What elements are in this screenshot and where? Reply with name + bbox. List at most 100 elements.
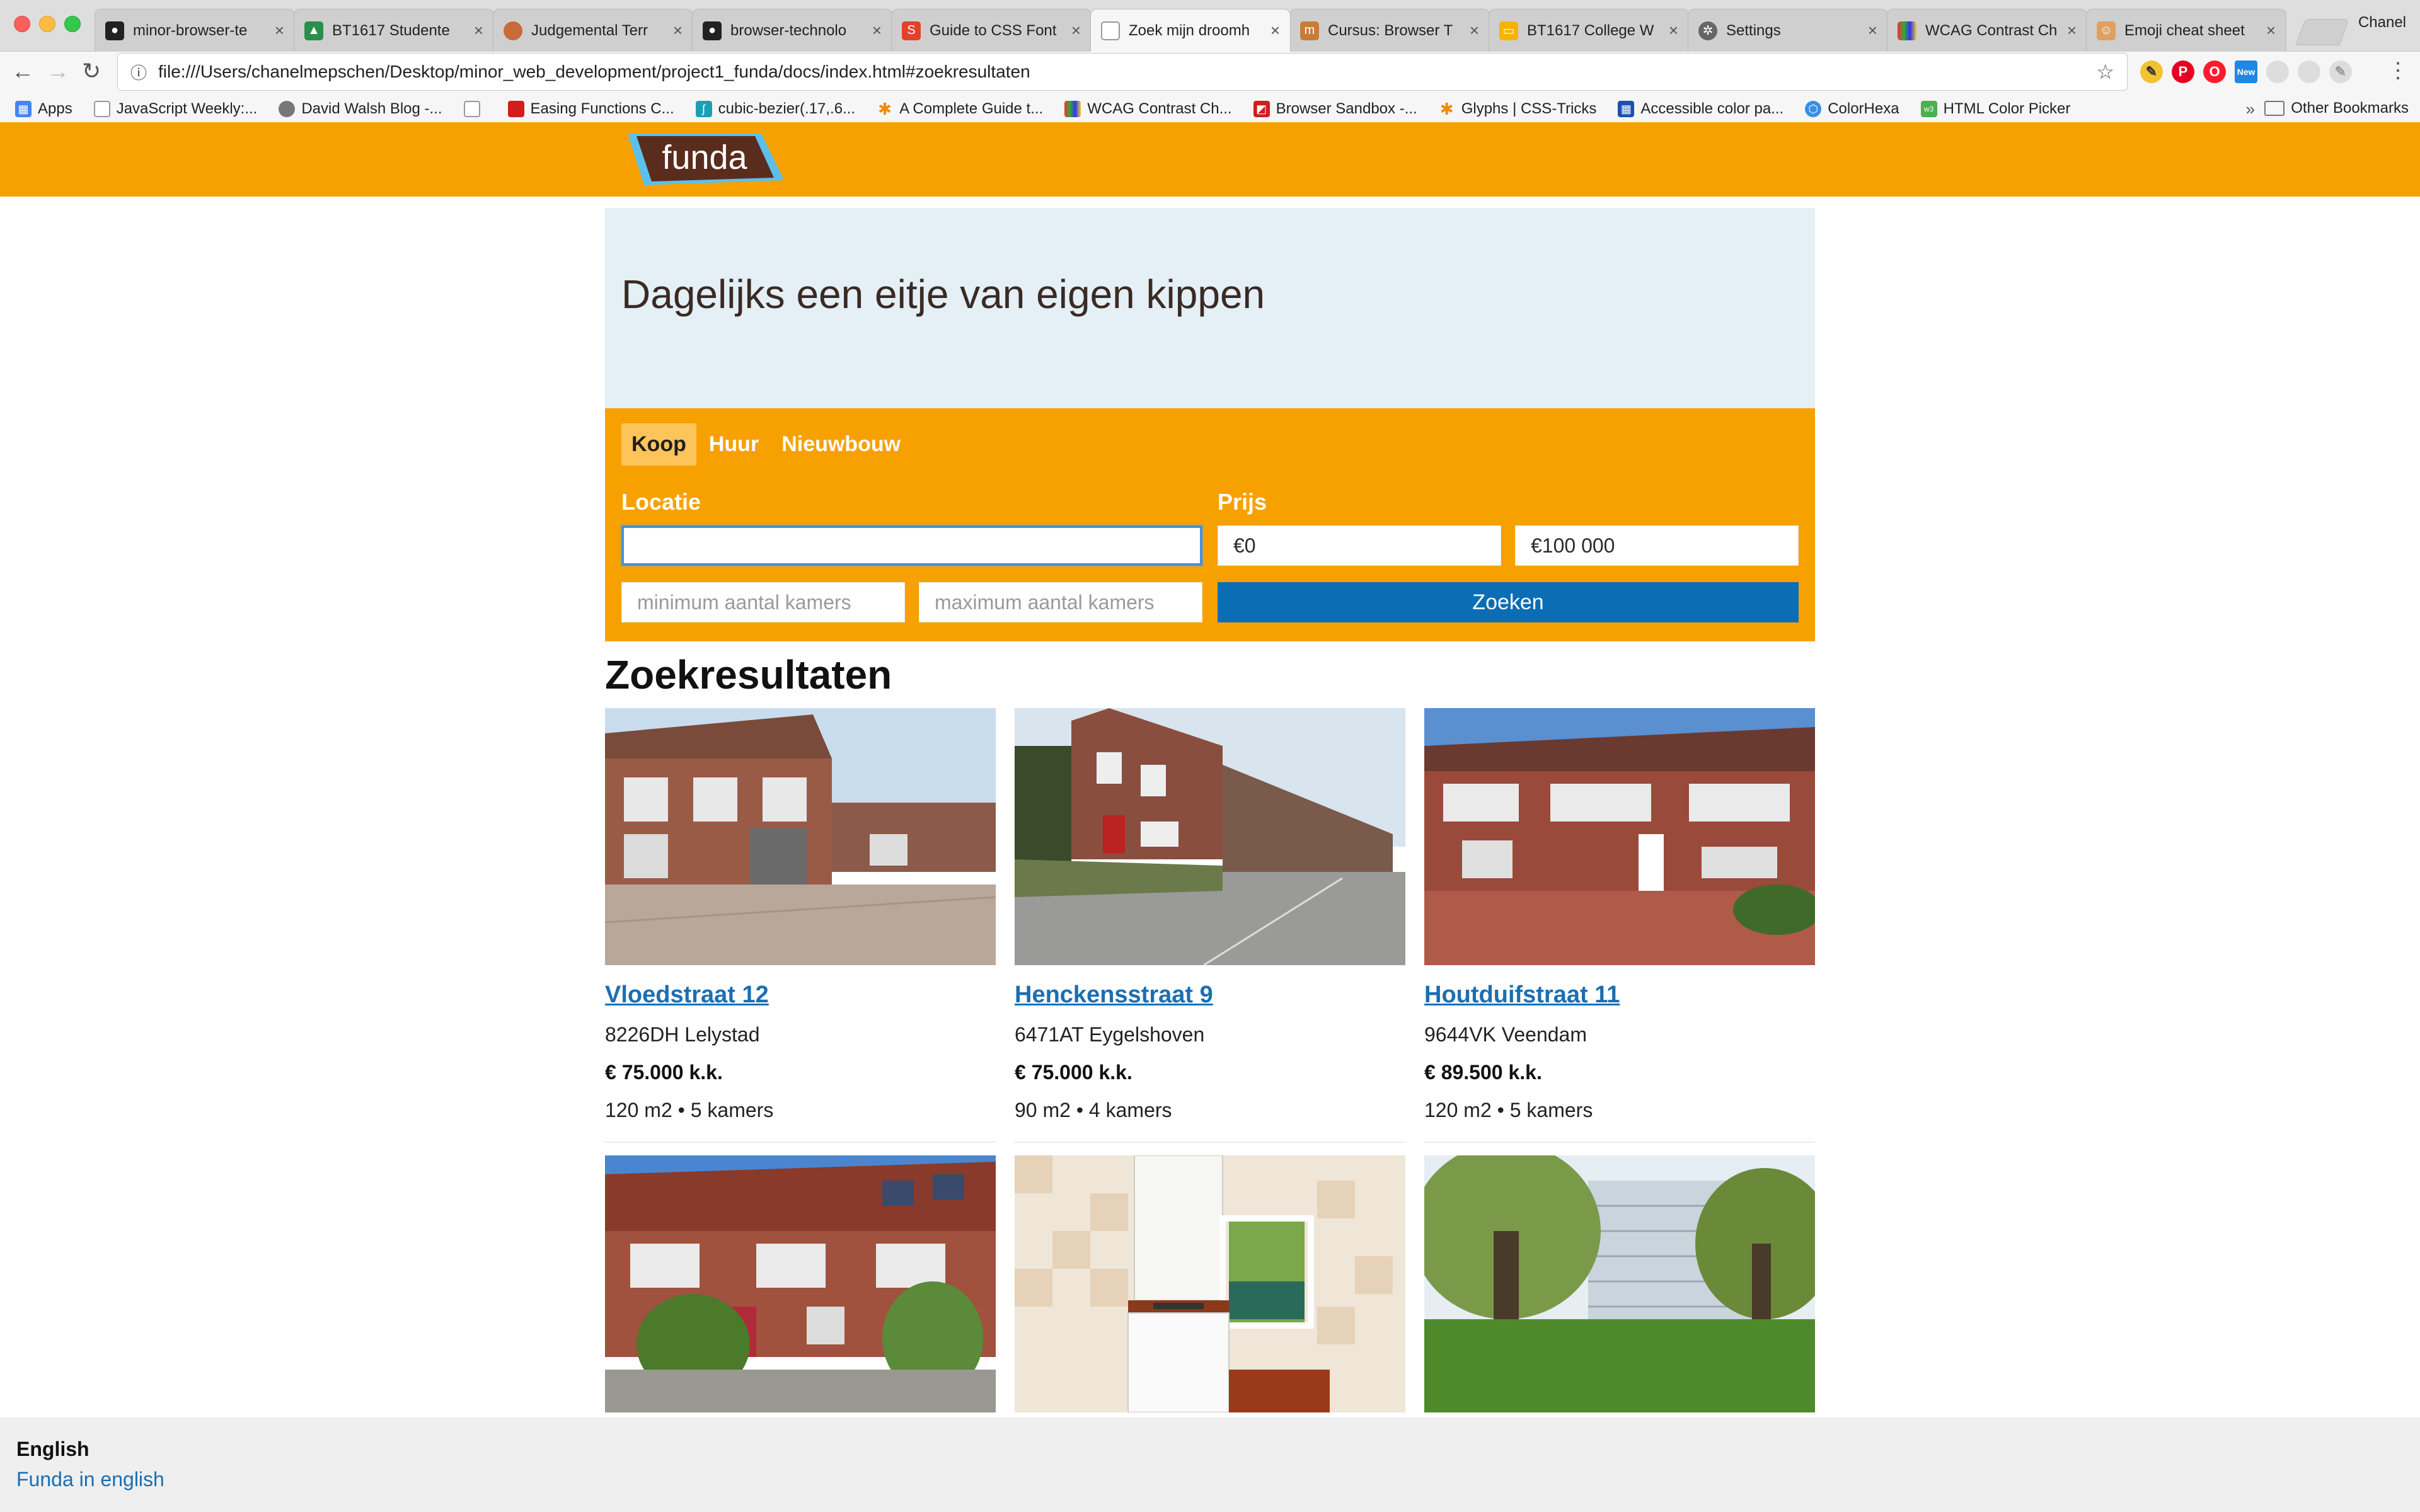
pinterest-extension-icon[interactable]: P — [2172, 60, 2194, 83]
bookmark-label: Easing Functions C... — [530, 100, 674, 117]
tab-huur[interactable]: Huur — [699, 423, 769, 466]
eyedropper-extension-icon[interactable]: ✎ — [2140, 60, 2163, 83]
close-tab-icon[interactable]: × — [275, 21, 284, 40]
close-tab-icon[interactable]: × — [1470, 21, 1479, 40]
address-bar[interactable]: ⓘ file:///Users/chanelmepschen/Desktop/m… — [117, 53, 2128, 91]
price-min-input[interactable]: €0 — [1218, 525, 1501, 566]
funda-logo[interactable]: funda — [623, 129, 789, 190]
close-tab-icon[interactable]: × — [872, 21, 882, 40]
tab-title: Zoek mijn droomh — [1129, 21, 1250, 39]
bookmark-item[interactable]: ⬡ ColorHexa — [1805, 100, 1899, 118]
tab-koop[interactable]: Koop — [621, 423, 696, 466]
tab-title: BT1617 College W — [1527, 21, 1654, 39]
emoji-icon: ☺ — [2097, 21, 2116, 40]
close-tab-icon[interactable]: × — [474, 21, 483, 40]
house-photo[interactable] — [1424, 708, 1815, 965]
folder-icon — [2264, 101, 2285, 116]
pen-extension-icon[interactable]: ✎ — [2329, 60, 2352, 83]
result-specs: 120 m2 • 5 kamers — [1424, 1099, 1593, 1121]
school-icon: m — [1300, 21, 1319, 40]
url-text[interactable]: file:///Users/chanelmepschen/Desktop/min… — [158, 62, 2096, 82]
page-viewport: funda Dagelijks een eitje van eigen kipp… — [0, 122, 2420, 1512]
close-tab-icon[interactable]: × — [2266, 21, 2276, 40]
browser-menu-icon[interactable]: ⋮ — [2387, 58, 2409, 83]
maximize-window-button[interactable] — [64, 16, 81, 32]
bookmark-item[interactable]: JavaScript Weekly:... — [93, 100, 258, 118]
bookmark-item[interactable]: w3 HTML Color Picker — [1920, 100, 2070, 118]
bookmark-label: JavaScript Weekly:... — [116, 100, 258, 117]
browser-tab-active[interactable]: Zoek mijn droomh × — [1090, 9, 1291, 52]
close-tab-icon[interactable]: × — [1669, 21, 1678, 40]
star-icon: ✱ — [878, 99, 892, 118]
house-photo[interactable] — [605, 708, 996, 965]
close-tab-icon[interactable]: × — [673, 21, 683, 40]
bookmark-star-icon[interactable]: ☆ — [2096, 60, 2114, 84]
close-tab-icon[interactable]: × — [1868, 21, 1877, 40]
browser-tab[interactable]: ▭ BT1617 College W × — [1489, 9, 1689, 52]
browser-tab[interactable]: ● minor-browser-te × — [95, 9, 295, 52]
search-submit-button[interactable]: Zoeken — [1218, 582, 1799, 622]
bookmark-item[interactable]: WCAG Contrast Ch... — [1064, 100, 1232, 118]
profile-name[interactable]: Chanel — [2358, 14, 2406, 32]
slides-icon: ▭ — [1499, 21, 1518, 40]
browser-tab[interactable]: Judgemental Terr × — [493, 9, 693, 52]
bookmark-item[interactable]: Easing Functions C... — [507, 100, 674, 118]
browser-tab[interactable]: ▲ BT1617 Studente × — [294, 9, 494, 52]
browser-tab[interactable]: ● browser-technolo × — [692, 9, 892, 52]
browser-tab[interactable]: m Cursus: Browser T × — [1289, 9, 1490, 52]
bookmark-item[interactable] — [463, 101, 487, 117]
result-specs: 120 m2 • 5 kamers — [605, 1099, 774, 1121]
browser-tab[interactable]: ☺ Emoji cheat sheet × — [2086, 9, 2286, 52]
browser-tab[interactable]: WCAG Contrast Ch × — [1887, 9, 2087, 52]
result-city: 8226DH Lelystad — [605, 1023, 760, 1046]
tab-title: Guide to CSS Font — [930, 21, 1057, 39]
back-arrow-icon[interactable]: ← — [11, 58, 34, 84]
house-photo[interactable] — [1424, 1155, 1815, 1412]
close-tab-icon[interactable]: × — [1270, 21, 1280, 40]
bookmark-item[interactable]: ∫ cubic-bezier(.17,.6... — [695, 100, 855, 118]
reload-icon[interactable]: ↻ — [82, 58, 101, 84]
result-address-link[interactable]: Henckensstraat 9 — [1015, 982, 1213, 1009]
result-price: € 75.000 k.k. — [605, 1061, 723, 1084]
search-type-tabs: Koop Huur Nieuwbouw — [621, 423, 913, 466]
location-input[interactable] — [621, 525, 1202, 566]
house-photo[interactable] — [605, 1155, 996, 1412]
house-photo[interactable] — [1015, 708, 1405, 965]
close-window-button[interactable] — [14, 16, 30, 32]
tab-title: WCAG Contrast Ch — [1925, 21, 2058, 39]
forward-arrow-icon[interactable]: → — [47, 58, 69, 84]
bookmark-item[interactable]: ✱ Glyphs | CSS-Tricks — [1439, 100, 1597, 118]
browser-tab[interactable]: S Guide to CSS Font × — [891, 9, 1092, 52]
bookmarks-overflow-chevron[interactable]: » — [2246, 100, 2255, 119]
bookmark-item[interactable]: ✱ A Complete Guide t... — [877, 100, 1043, 118]
new-tab-button[interactable] — [2295, 19, 2349, 45]
tab-title: Settings — [1726, 21, 1781, 39]
rooms-min-input[interactable]: minimum aantal kamers — [621, 582, 905, 622]
bookmarks-bar: ▦ Apps JavaScript Weekly:... David Walsh … — [0, 92, 2420, 126]
result-address-link[interactable]: Vloedstraat 12 — [605, 982, 769, 1009]
close-tab-icon[interactable]: × — [1071, 21, 1081, 40]
house-photo[interactable] — [1015, 1155, 1405, 1412]
rooms-max-input[interactable]: maximum aantal kamers — [919, 582, 1202, 622]
footer-english-link[interactable]: Funda in english — [16, 1468, 164, 1491]
new-badge-extension-icon[interactable]: New — [2235, 60, 2257, 83]
page-info-icon[interactable]: ⓘ — [130, 60, 147, 84]
tab-nieuwbouw[interactable]: Nieuwbouw — [771, 423, 911, 466]
bookmark-item[interactable]: ◩ Browser Sandbox -... — [1253, 100, 1417, 118]
other-bookmarks[interactable]: Other Bookmarks — [2264, 100, 2409, 117]
minimize-window-button[interactable] — [39, 16, 55, 32]
star-icon: ✱ — [1439, 99, 1454, 118]
result-address-link[interactable]: Houtduifstraat 11 — [1424, 982, 1620, 1009]
close-tab-icon[interactable]: × — [2067, 21, 2077, 40]
browser-tab[interactable]: ✲ Settings × — [1688, 9, 1888, 52]
github-icon: ● — [105, 21, 124, 40]
card-divider — [605, 1142, 996, 1143]
extension-icon[interactable] — [2266, 60, 2289, 83]
bookmark-item[interactable]: ▦ Apps — [15, 100, 72, 118]
tab-title: Cursus: Browser T — [1328, 21, 1453, 39]
extension-icon[interactable] — [2298, 60, 2320, 83]
price-max-input[interactable]: €100 000 — [1515, 525, 1799, 566]
bookmark-item[interactable]: David Walsh Blog -... — [279, 100, 442, 118]
opera-extension-icon[interactable]: O — [2203, 60, 2226, 83]
bookmark-item[interactable]: ▦ Accessible color pa... — [1618, 100, 1783, 118]
